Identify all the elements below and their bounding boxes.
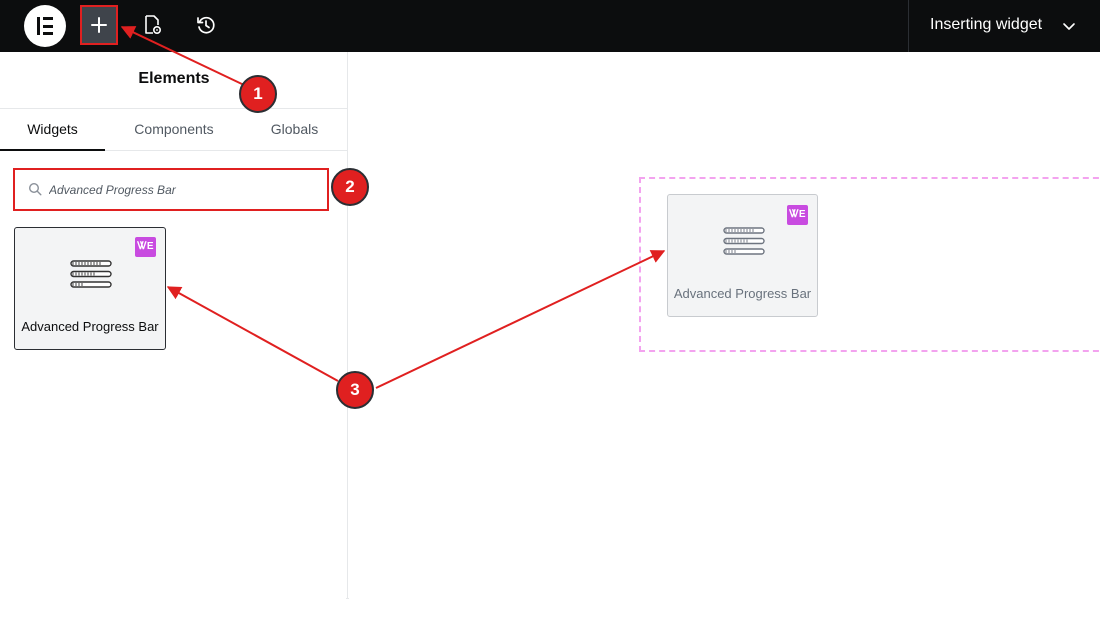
chevron-down-icon[interactable] [1060,17,1078,35]
annotation-marker-2: 2 [331,168,369,206]
pro-badge-icon: ᏔE [135,237,156,257]
search-input[interactable] [49,178,319,202]
document-title[interactable]: Inserting widget [930,0,1042,52]
widget-label: Advanced Progress Bar [21,319,159,334]
tab-globals[interactable]: Globals [243,109,346,151]
annotation-marker-3: 3 [336,371,374,409]
progress-bars-icon [723,227,765,255]
add-element-button[interactable] [80,5,118,45]
elementor-logo-icon[interactable] [24,5,66,47]
preview-widget-label: Advanced Progress Bar [673,286,812,301]
history-button[interactable] [187,6,225,44]
dragged-widget-preview[interactable]: ᏔE Advanced Progress Bar [667,194,818,317]
elements-panel: Elements Widgets Components Globals ᏔE A… [0,52,365,643]
top-bar: Inserting widget [0,0,1100,52]
topbar-divider [908,0,909,52]
page-settings-button[interactable] [133,6,171,44]
panel-tabs: Widgets Components Globals [0,108,348,151]
search-icon [28,182,42,196]
widget-search-box[interactable] [13,168,329,211]
editor-screen: Inserting widget Elements Widgets Compon… [0,0,1100,643]
plus-icon [91,17,107,33]
annotation-marker-1: 1 [239,75,277,113]
tab-components[interactable]: Components [105,109,243,151]
page-settings-icon [145,15,162,35]
pro-badge-icon: ᏔE [787,205,808,225]
history-icon [197,16,215,34]
panel-title: Elements [138,70,210,87]
editor-canvas: ᏔE Advanced Progress Bar [349,52,1100,643]
progress-bars-icon [70,260,112,288]
tab-widgets[interactable]: Widgets [0,109,105,151]
widget-advanced-progress-bar[interactable]: ᏔE Advanced Progress Bar [14,227,166,350]
